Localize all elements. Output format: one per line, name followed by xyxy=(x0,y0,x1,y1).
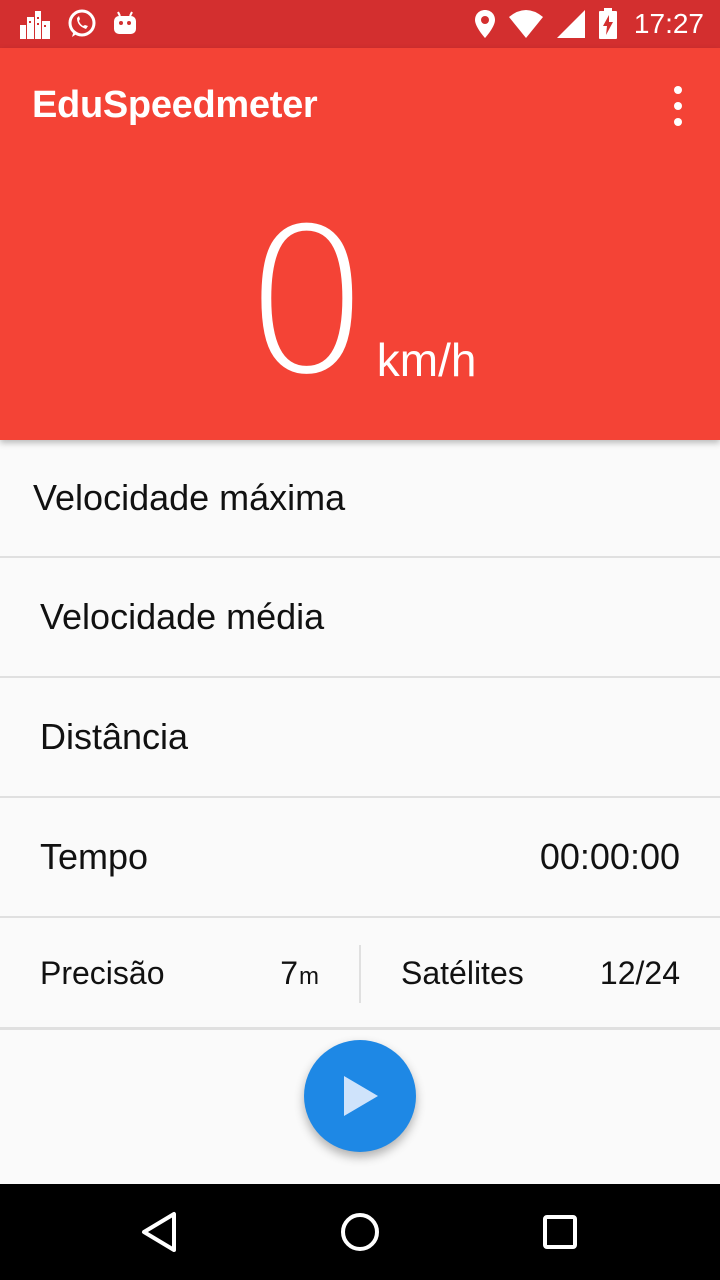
max-speed-label: Velocidade máxima xyxy=(33,477,346,518)
home-icon xyxy=(341,1213,379,1251)
city-icon xyxy=(20,11,50,39)
time-label: Tempo xyxy=(40,836,149,877)
precision-unit: m xyxy=(299,963,319,990)
whatsapp-icon xyxy=(68,9,96,37)
start-button[interactable] xyxy=(304,1040,416,1152)
speed-unit: km/h xyxy=(376,334,477,386)
satellites-label: Satélites xyxy=(401,955,524,991)
home-button[interactable] xyxy=(336,1208,384,1256)
time-value: 00:00:00 xyxy=(539,836,680,877)
back-button[interactable] xyxy=(136,1208,184,1256)
distance-label: Distância xyxy=(40,716,189,757)
more-vert-icon[interactable] xyxy=(666,86,690,126)
recents-icon xyxy=(543,1215,577,1249)
speed-value: 0 xyxy=(243,186,371,419)
time-row: Tempo 00:00:00 xyxy=(0,798,720,918)
satellites-cell: Satélites 12/24 xyxy=(361,920,720,1027)
avg-speed-label: Velocidade média xyxy=(40,596,325,637)
speed-display: 0 km/h xyxy=(0,186,720,419)
precision-cell: Precisão 7m xyxy=(0,920,359,1027)
avg-speed-row: Velocidade média xyxy=(0,558,720,678)
android-icon xyxy=(114,11,136,34)
app-header: EduSpeedmeter 0 km/h xyxy=(0,48,720,440)
precision-value: 7m xyxy=(280,955,319,992)
app-title: EduSpeedmeter xyxy=(32,84,318,126)
play-icon xyxy=(344,1076,378,1116)
signal-icon xyxy=(556,10,585,38)
nav-bar xyxy=(0,1184,720,1280)
gps-info-row: Precisão 7m Satélites 12/24 xyxy=(0,920,720,1030)
max-speed-row: Velocidade máxima xyxy=(0,440,720,558)
battery-charging-icon xyxy=(598,8,617,39)
satellites-value: 12/24 xyxy=(599,955,680,991)
precision-label: Precisão xyxy=(40,955,165,991)
precision-number: 7 xyxy=(280,955,298,991)
status-time: 17:27 xyxy=(633,8,704,39)
status-bar: 17:27 xyxy=(0,0,720,48)
distance-row: Distância xyxy=(0,678,720,798)
recents-button[interactable] xyxy=(536,1208,584,1256)
wifi-icon xyxy=(508,10,543,38)
location-icon xyxy=(474,10,495,38)
stats-list: Velocidade máxima Velocidade média Distâ… xyxy=(0,440,720,918)
back-icon xyxy=(142,1212,176,1252)
